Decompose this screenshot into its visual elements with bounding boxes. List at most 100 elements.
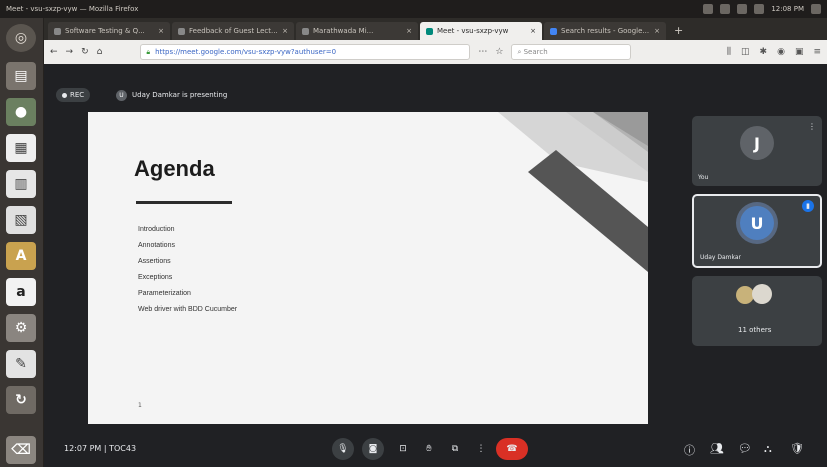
tab-favicon-icon [54, 27, 61, 35]
microphone-button[interactable]: 🎙︎ [332, 438, 354, 460]
raise-hand-button[interactable]: ✋︎ [418, 438, 440, 460]
participant-tile-uday[interactable]: U ▮ Uday Damkar [692, 194, 822, 268]
trash-icon[interactable]: ⌫ [6, 436, 36, 464]
activities-icon[interactable]: ⛬ [764, 442, 772, 456]
participant-tile-others[interactable]: 11 others [692, 276, 822, 346]
forward-arrow-icon[interactable]: → [66, 47, 74, 57]
agenda-item: Web driver with BDD Cucumber [138, 306, 238, 313]
extension-icon[interactable]: ✱ [760, 47, 768, 57]
network-icon[interactable] [703, 4, 714, 14]
account-icon[interactable]: ◉ [777, 47, 785, 57]
more-vert-icon: ⋮ [476, 444, 486, 454]
camera-button[interactable]: ◙ [362, 438, 384, 460]
files-icon[interactable]: ▤ [6, 62, 36, 90]
participant-name: Uday Damkar [700, 254, 741, 261]
chat-icon[interactable]: 💬︎ [738, 442, 752, 455]
pocket-icon[interactable]: ▣ [795, 47, 804, 57]
meeting-details-icon[interactable]: ⓘ [684, 442, 695, 458]
hand-icon: ✋︎ [426, 444, 432, 454]
agenda-item: Introduction [138, 226, 175, 233]
google-favicon-icon [550, 27, 557, 35]
participant-avatar: J [740, 126, 774, 160]
library-icon[interactable]: ⫼ [727, 47, 731, 57]
presenting-text: Uday Damkar is presenting [132, 91, 228, 99]
presenting-banner: U Uday Damkar is presenting [116, 88, 227, 102]
present-screen-icon: ⧉ [451, 444, 459, 454]
tab-label: Software Testing & Q... [65, 27, 145, 35]
settings-gear-icon[interactable]: ⚙ [6, 314, 36, 342]
keyboard-icon[interactable] [720, 4, 731, 14]
tab-feedback[interactable]: Feedback of Guest Lect... × [172, 22, 294, 40]
more-options-icon[interactable]: ⋮ [808, 122, 816, 131]
meeting-time: 12:07 PM [64, 444, 102, 453]
tab-meet[interactable]: Meet - vsu-sxzp-vyw × [420, 22, 542, 40]
sidebar-icon[interactable]: ◫ [741, 47, 750, 57]
reload-icon[interactable]: ↻ [81, 47, 89, 57]
battery-icon[interactable] [737, 4, 748, 14]
tab-favicon-icon [302, 27, 309, 35]
dash-icon[interactable]: ◎ [6, 24, 36, 52]
presenter-avatar: U [116, 89, 127, 101]
toolbar-icons: ⫼ ◫ ✱ ◉ ▣ ≡ [727, 47, 821, 57]
back-arrow-icon[interactable]: ← [50, 47, 58, 57]
agenda-item: Parameterization [138, 290, 191, 297]
screen: Meet - vsu-sxzp-vyw — Mozilla Firefox 12… [0, 0, 827, 467]
more-options-button[interactable]: ⋮ [470, 438, 492, 460]
url-text[interactable]: https://meet.google.com/vsu-sxzp-vyw?aut… [155, 48, 336, 56]
speaking-indicator-icon: ▮ [802, 200, 814, 212]
tab-favicon-icon [178, 27, 185, 35]
calc-icon[interactable]: ▥ [6, 170, 36, 198]
tab-software-testing[interactable]: Software Testing & Q... × [48, 22, 170, 40]
updater-icon[interactable]: ↻ [6, 386, 36, 414]
close-tab-icon[interactable]: × [654, 27, 660, 35]
agenda-list: Introduction Annotations Assertions Exce… [138, 222, 237, 318]
amazon-icon[interactable]: a [6, 278, 36, 306]
host-controls-icon[interactable]: 🛡︎ [790, 442, 804, 455]
captions-button[interactable]: ⊡ [392, 438, 414, 460]
presentation-slide: Agenda Introduction Annotations Assertio… [88, 112, 648, 424]
meeting-code: TOC43 [109, 444, 137, 453]
page-actions-icon[interactable]: ⋯ [478, 47, 487, 57]
tab-marathwada[interactable]: Marathwada Mi... × [296, 22, 418, 40]
bookmark-star-icon[interactable]: ☆ [495, 47, 503, 57]
participant-avatar: U [740, 206, 774, 240]
close-tab-icon[interactable]: × [406, 27, 412, 35]
url-bar[interactable]: 🔒︎ https://meet.google.com/vsu-sxzp-vyw?… [140, 44, 471, 60]
agenda-item: Assertions [138, 258, 171, 265]
firefox-icon[interactable]: ● [6, 98, 36, 126]
tab-google-search[interactable]: Search results - Google... × [544, 22, 666, 40]
writer-icon[interactable]: ▦ [6, 134, 36, 162]
menu-icon[interactable]: ≡ [813, 47, 821, 57]
search-field[interactable]: ⌕ Search [511, 44, 632, 60]
hang-up-icon: ☎︎ [506, 444, 518, 454]
participant-avatar [752, 284, 772, 304]
power-icon[interactable] [811, 4, 821, 14]
leave-call-button[interactable]: ☎︎ [496, 438, 528, 460]
top-panel: Meet - vsu-sxzp-vyw — Mozilla Firefox 12… [0, 0, 827, 18]
people-icon[interactable]: 👥︎ [710, 442, 724, 455]
close-tab-icon[interactable]: × [158, 27, 164, 35]
system-tray: 12:08 PM [703, 4, 827, 14]
software-center-icon[interactable]: A [6, 242, 36, 270]
agenda-item: Exceptions [138, 274, 173, 281]
clock[interactable]: 12:08 PM [771, 5, 804, 13]
participant-tile-you[interactable]: J ⋮ You [692, 116, 822, 186]
captions-icon: ⊡ [399, 444, 407, 454]
close-tab-icon[interactable]: × [282, 27, 288, 35]
tab-strip: Software Testing & Q... × Feedback of Gu… [44, 18, 827, 40]
lock-icon[interactable]: 🔒︎ [146, 48, 150, 57]
tab-label: Marathwada Mi... [313, 27, 374, 35]
new-tab-button[interactable]: + [668, 24, 689, 40]
close-tab-icon[interactable]: × [530, 27, 536, 35]
slide-title: Agenda [134, 156, 215, 181]
camera-icon: ◙ [368, 444, 378, 454]
tab-label: Feedback of Guest Lect... [189, 27, 278, 35]
text-editor-icon[interactable]: ✎ [6, 350, 36, 378]
participant-name: You [698, 174, 709, 181]
home-icon[interactable]: ⌂ [97, 47, 103, 57]
others-count: 11 others [738, 326, 772, 334]
slide-title-rule [136, 201, 232, 204]
present-button[interactable]: ⧉ [444, 438, 466, 460]
impress-icon[interactable]: ▧ [6, 206, 36, 234]
volume-icon[interactable] [754, 4, 765, 14]
